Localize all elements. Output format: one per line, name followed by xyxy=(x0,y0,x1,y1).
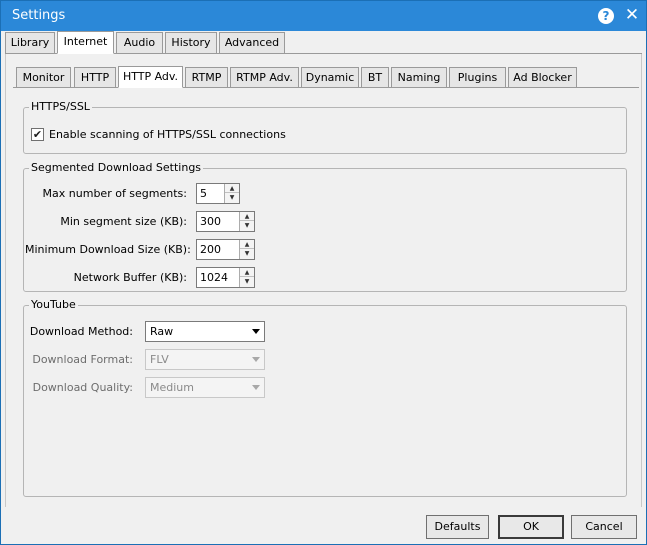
enable-scanning-checkbox[interactable]: ✔ xyxy=(31,128,44,141)
network-buffer-label: Network Buffer (KB): xyxy=(73,271,187,284)
tab-library[interactable]: Library xyxy=(5,32,55,54)
subtab-naming[interactable]: Naming xyxy=(391,67,447,88)
max-segments-label: Max number of segments: xyxy=(42,187,187,200)
download-method-value[interactable]: Raw xyxy=(150,325,173,338)
subtab-ad-blocker[interactable]: Ad Blocker xyxy=(508,67,577,88)
download-method-select[interactable]: Raw xyxy=(145,321,265,342)
max-segments-spinner[interactable]: 5 ▲ ▼ xyxy=(196,183,240,204)
network-buffer-spinner[interactable]: 1024 ▲ ▼ xyxy=(196,267,255,288)
subtab-plugins[interactable]: Plugins xyxy=(449,67,506,88)
spin-up-icon[interactable]: ▲ xyxy=(225,184,239,193)
min-segment-size-spinner[interactable]: 300 ▲ ▼ xyxy=(196,211,255,232)
spin-down-icon[interactable]: ▼ xyxy=(240,221,254,230)
min-download-size-spinner[interactable]: 200 ▲ ▼ xyxy=(196,239,255,260)
download-format-value: FLV xyxy=(150,353,169,366)
close-icon[interactable]: ✕ xyxy=(623,5,641,25)
max-segments-value[interactable]: 5 xyxy=(200,187,207,200)
min-segment-size-value[interactable]: 300 xyxy=(200,215,221,228)
help-icon[interactable]: ? xyxy=(598,8,614,24)
chevron-down-icon[interactable] xyxy=(252,329,260,334)
download-quality-select: Medium xyxy=(145,377,265,398)
chevron-down-icon xyxy=(252,357,260,362)
spin-up-icon[interactable]: ▲ xyxy=(240,240,254,249)
spin-down-icon[interactable]: ▼ xyxy=(225,193,239,202)
tab-internet[interactable]: Internet xyxy=(57,31,114,54)
https-ssl-legend: HTTPS/SSL xyxy=(29,100,92,113)
spin-down-icon[interactable]: ▼ xyxy=(240,277,254,286)
cancel-button[interactable]: Cancel xyxy=(571,515,637,539)
settings-window: Settings ? ✕ Library Internet Audio Hist… xyxy=(0,0,647,545)
chevron-down-icon xyxy=(252,385,260,390)
tab-history[interactable]: History xyxy=(165,32,217,54)
download-method-label: Download Method: xyxy=(29,325,133,338)
download-quality-label: Download Quality: xyxy=(32,381,133,394)
youtube-legend: YouTube xyxy=(29,298,78,311)
ok-button[interactable]: OK xyxy=(498,515,564,539)
spin-up-icon[interactable]: ▲ xyxy=(240,212,254,221)
subtab-rtmp-adv[interactable]: RTMP Adv. xyxy=(230,67,299,88)
window-title: Settings xyxy=(12,8,66,23)
title-bar: Settings ? ✕ xyxy=(1,1,646,31)
download-format-label: Download Format: xyxy=(32,353,133,366)
subtab-bt[interactable]: BT xyxy=(361,67,389,88)
subtab-http[interactable]: HTTP xyxy=(74,67,116,88)
min-segment-size-label: Min segment size (KB): xyxy=(60,215,187,228)
spin-up-icon[interactable]: ▲ xyxy=(240,268,254,277)
spin-down-icon[interactable]: ▼ xyxy=(240,249,254,258)
enable-scanning-label[interactable]: Enable scanning of HTTPS/SSL connections xyxy=(49,128,286,141)
network-buffer-value[interactable]: 1024 xyxy=(200,271,228,284)
subtab-dynamic[interactable]: Dynamic xyxy=(301,67,359,88)
min-download-size-label: Minimum Download Size (KB): xyxy=(25,243,191,256)
subtab-rtmp[interactable]: RTMP xyxy=(185,67,228,88)
download-quality-value: Medium xyxy=(150,381,194,394)
tab-audio[interactable]: Audio xyxy=(116,32,163,54)
subtab-monitor[interactable]: Monitor xyxy=(16,67,71,88)
subtab-http-adv[interactable]: HTTP Adv. xyxy=(118,66,183,88)
defaults-button[interactable]: Defaults xyxy=(426,515,489,539)
tab-advanced[interactable]: Advanced xyxy=(219,32,285,54)
segmented-legend: Segmented Download Settings xyxy=(29,161,204,174)
min-download-size-value[interactable]: 200 xyxy=(200,243,221,256)
download-format-select: FLV xyxy=(145,349,265,370)
